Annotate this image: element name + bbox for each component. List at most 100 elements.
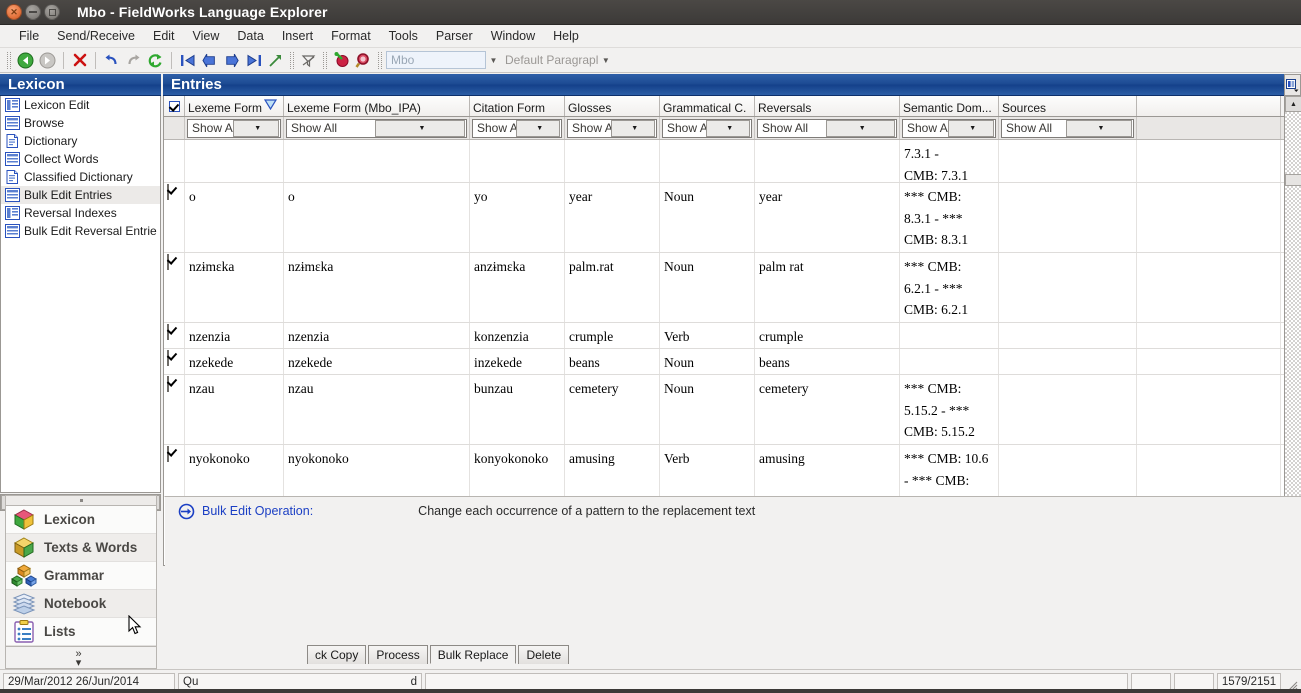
- select-all-checkbox[interactable]: [164, 96, 185, 116]
- close-window-button[interactable]: ✕: [6, 4, 22, 20]
- toolbar-grip[interactable]: [323, 51, 327, 69]
- table-cell[interactable]: crumple: [755, 323, 900, 348]
- row-checkbox[interactable]: [164, 140, 185, 182]
- row-checkbox[interactable]: [164, 253, 185, 322]
- menu-item-insert[interactable]: Insert: [273, 26, 322, 46]
- table-cell[interactable]: nzekede: [185, 349, 284, 374]
- table-cell[interactable]: beans: [755, 349, 900, 374]
- nav-area-lists[interactable]: Lists: [6, 618, 156, 646]
- table-cell[interactable]: *** CMB: 10.6 - *** CMB: 10.6: [900, 445, 999, 496]
- table-cell[interactable]: [1137, 183, 1281, 252]
- undo-icon[interactable]: [101, 50, 122, 71]
- table-cell[interactable]: nyokonoko: [284, 445, 470, 496]
- toolbar-grip[interactable]: [378, 51, 382, 69]
- table-cell[interactable]: beans: [565, 349, 660, 374]
- table-cell[interactable]: nzɨmɛka: [284, 253, 470, 322]
- refresh-icon[interactable]: [145, 50, 166, 71]
- column-chooser-button[interactable]: [1284, 74, 1301, 96]
- table-cell[interactable]: nzau: [284, 375, 470, 444]
- sidebar-item-bulk-edit-entries[interactable]: Bulk Edit Entries: [1, 186, 160, 204]
- column-header-lexeme-form[interactable]: Lexeme Form: [185, 96, 284, 116]
- table-cell[interactable]: 7.3.1 - CMB: 7.3.1: [900, 140, 999, 182]
- tab-ck-copy[interactable]: ck Copy: [307, 645, 367, 664]
- table-cell[interactable]: nzau: [185, 375, 284, 444]
- nav-pane-splitter[interactable]: [5, 495, 157, 505]
- table-cell[interactable]: o: [185, 183, 284, 252]
- table-cell[interactable]: Noun: [660, 253, 755, 322]
- table-cell[interactable]: [565, 140, 660, 182]
- writing-system-dropdown-arrow[interactable]: ▼: [487, 56, 500, 65]
- table-cell[interactable]: [900, 323, 999, 348]
- row-checkbox[interactable]: [164, 375, 185, 444]
- menu-item-window[interactable]: Window: [482, 26, 544, 46]
- sidebar-item-browse[interactable]: Browse: [1, 114, 160, 132]
- sidebar-item-bulk-edit-reversal-entries[interactable]: Bulk Edit Reversal Entrie: [1, 222, 160, 240]
- writing-system-selector[interactable]: Mbo: [386, 51, 486, 69]
- jump-icon[interactable]: [265, 50, 286, 71]
- menu-item-view[interactable]: View: [184, 26, 229, 46]
- column-header-citation-form[interactable]: Citation Form: [470, 96, 565, 116]
- filter-combobox[interactable]: Show All▼: [757, 118, 897, 138]
- back-arrow-icon[interactable]: [15, 50, 36, 71]
- filter-combobox[interactable]: Show All▼: [472, 118, 562, 138]
- tab-process[interactable]: Process: [368, 645, 428, 664]
- menu-item-format[interactable]: Format: [322, 26, 380, 46]
- redo-icon[interactable]: [123, 50, 144, 71]
- previous-record-icon[interactable]: [199, 50, 220, 71]
- table-cell[interactable]: year: [565, 183, 660, 252]
- table-row[interactable]: nzenzia nzenzia konzenzia crumple Verb crumpl…: [164, 323, 1300, 349]
- scrollbar-thumb[interactable]: [1285, 174, 1301, 186]
- last-record-icon[interactable]: [243, 50, 264, 71]
- row-checkbox[interactable]: [164, 183, 185, 252]
- filter-combobox[interactable]: Show All▼: [286, 118, 467, 138]
- menu-item-tools[interactable]: Tools: [380, 26, 427, 46]
- table-cell[interactable]: nyokonoko: [185, 445, 284, 496]
- row-checkbox[interactable]: [164, 445, 185, 496]
- paragraph-style-dropdown-arrow[interactable]: ▼: [599, 56, 612, 65]
- table-cell[interactable]: [999, 140, 1137, 182]
- toolbar-grip[interactable]: [290, 51, 294, 69]
- table-cell[interactable]: [1137, 323, 1281, 348]
- table-cell[interactable]: Verb: [660, 323, 755, 348]
- nav-area-notebook[interactable]: Notebook: [6, 590, 156, 618]
- table-cell[interactable]: [999, 183, 1137, 252]
- find-icon[interactable]: [353, 50, 374, 71]
- filter-icon[interactable]: [298, 50, 319, 71]
- table-cell[interactable]: yo: [470, 183, 565, 252]
- filter-combobox[interactable]: Show All▼: [187, 118, 281, 138]
- table-cell[interactable]: nzɨmɛka: [185, 253, 284, 322]
- filter-combobox[interactable]: Show All▼: [1001, 118, 1134, 138]
- table-cell[interactable]: o: [284, 183, 470, 252]
- table-cell[interactable]: konyokonoko: [470, 445, 565, 496]
- chevron-down-icon[interactable]: ▼: [610, 119, 655, 137]
- table-cell[interactable]: nzekede: [284, 349, 470, 374]
- table-cell[interactable]: *** CMB: 6.2.1 - *** CMB: 6.2.1: [900, 253, 999, 322]
- table-cell[interactable]: [185, 140, 284, 182]
- table-cell[interactable]: [1137, 375, 1281, 444]
- chevron-down-icon[interactable]: ▼: [705, 119, 750, 137]
- next-record-icon[interactable]: [221, 50, 242, 71]
- table-cell[interactable]: *** CMB: 8.3.1 - *** CMB: 8.3.1: [900, 183, 999, 252]
- table-cell[interactable]: cemetery: [565, 375, 660, 444]
- paragraph-style-value[interactable]: Default Paragrapl: [501, 53, 598, 67]
- chevron-down-icon[interactable]: ▼: [947, 119, 994, 137]
- table-cell[interactable]: year: [755, 183, 900, 252]
- chevron-down-icon[interactable]: ▼: [515, 119, 560, 137]
- table-cell[interactable]: amusing: [565, 445, 660, 496]
- table-cell[interactable]: bunzau: [470, 375, 565, 444]
- table-cell[interactable]: [999, 349, 1137, 374]
- table-cell[interactable]: palm rat: [755, 253, 900, 322]
- delete-x-icon[interactable]: [69, 50, 90, 71]
- table-cell[interactable]: Noun: [660, 375, 755, 444]
- table-cell[interactable]: [999, 323, 1137, 348]
- table-row[interactable]: o o yo year Noun year *** CMB: 8.3.1 - *** CMB…: [164, 183, 1300, 253]
- chevron-down-icon[interactable]: ▼: [825, 119, 895, 137]
- table-cell[interactable]: [900, 349, 999, 374]
- table-cell[interactable]: Noun: [660, 349, 755, 374]
- column-header-glosses[interactable]: Glosses: [565, 96, 660, 116]
- table-cell[interactable]: [999, 375, 1137, 444]
- table-cell[interactable]: [1137, 253, 1281, 322]
- table-row[interactable]: nzau nzau bunzau cemetery Noun cemetery *** CM…: [164, 375, 1300, 445]
- sidebar-item-reversal-indexes[interactable]: Reversal Indexes: [1, 204, 160, 222]
- table-cell[interactable]: amusing: [755, 445, 900, 496]
